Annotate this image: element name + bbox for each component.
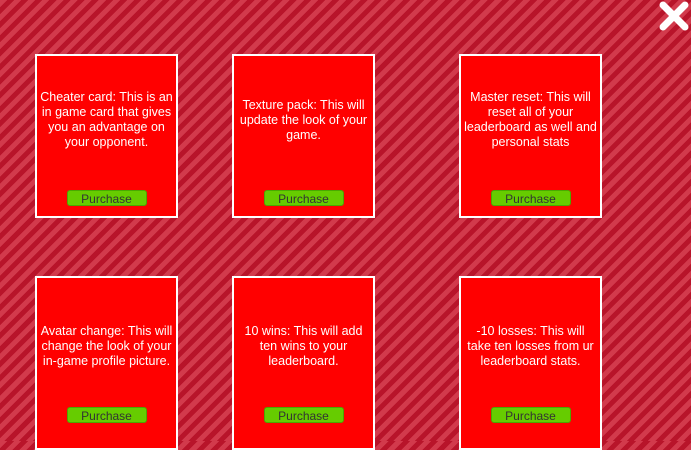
purchase-button[interactable]: Purchase [66, 190, 147, 206]
purchase-button[interactable]: Purchase [490, 407, 571, 423]
shop-item-card: Cheater card: This is an in game card th… [35, 54, 178, 218]
close-button[interactable] [656, 0, 691, 34]
item-description: -10 losses: This will take ten losses fr… [467, 323, 594, 368]
shop-item-card: Avatar change: This will change the look… [35, 276, 178, 450]
item-description: Texture pack: This will update the look … [239, 97, 368, 142]
purchase-button[interactable]: Purchase [490, 190, 571, 206]
item-description: Master reset: This will reset all of you… [464, 90, 597, 149]
purchase-button[interactable]: Purchase [66, 407, 147, 423]
item-description: Cheater card: This is an in game card th… [40, 90, 173, 149]
shop-item-card: 10 wins: This will add ten wins to your … [232, 276, 375, 450]
shop-item-card: Texture pack: This will update the look … [232, 54, 375, 218]
shop-item-card: Master reset: This will reset all of you… [459, 54, 602, 218]
purchase-button[interactable]: Purchase [263, 407, 344, 423]
item-description: Avatar change: This will change the look… [40, 323, 173, 368]
item-description: 10 wins: This will add ten wins to your … [244, 323, 363, 368]
purchase-button[interactable]: Purchase [263, 190, 344, 206]
close-icon [659, 1, 689, 31]
shop-item-card: -10 losses: This will take ten losses fr… [459, 276, 602, 450]
